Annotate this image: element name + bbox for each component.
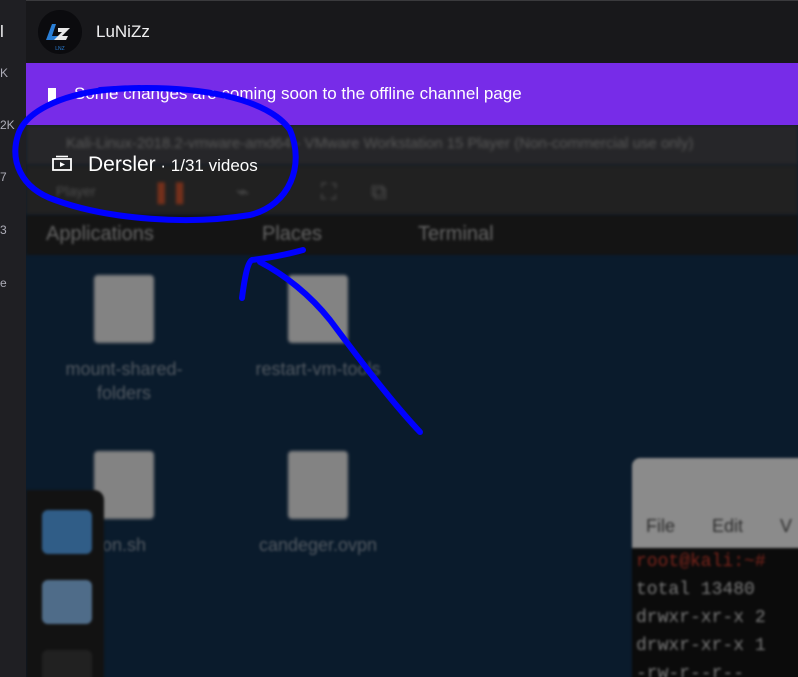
channel-logo-icon: LNZ xyxy=(38,10,82,54)
desktop-icon-label: mount-shared-folders xyxy=(65,359,183,404)
sidebar-item[interactable]: 7 xyxy=(0,170,26,184)
send-keys-icon: ⌁ xyxy=(236,179,250,204)
terminal-window: File Edit V root@kali:~# total 13480 drw… xyxy=(632,458,798,677)
playlist-title: Dersler · 1/31 videos xyxy=(88,153,258,177)
terminal-icon xyxy=(42,650,92,677)
terminal-line: root@kali:~# xyxy=(636,552,766,572)
file-icon xyxy=(288,275,348,343)
sidebar-item[interactable]: 3 xyxy=(0,223,26,237)
vm-window-title: Kali-Linux-2018.2-vmware-amd64 - VMware … xyxy=(66,135,694,152)
playlist-name: Dersler xyxy=(88,153,156,176)
channel-header: LNZ LuNiZz xyxy=(26,0,798,63)
places-menu: Places xyxy=(262,223,323,245)
terminal-menu: Terminal xyxy=(418,223,494,245)
logo-text: LNZ xyxy=(55,46,64,52)
info-icon xyxy=(48,88,56,102)
notice-banner: Some changes are coming soon to the offl… xyxy=(26,63,798,125)
applications-menu: Applications xyxy=(46,223,154,245)
browser-icon xyxy=(42,510,92,554)
terminal-menu-file: File xyxy=(646,516,676,536)
desktop-icon-label: candeger.ovpn xyxy=(258,535,378,555)
terminal-menu-edit: Edit xyxy=(712,516,744,536)
terminal-menubar: File Edit V xyxy=(632,458,798,548)
channel-name[interactable]: LuNiZz xyxy=(96,22,150,42)
terminal-line: total 13480 xyxy=(636,580,755,600)
unity-icon: ⧉ xyxy=(371,179,387,204)
desktop-icon-label: restart-vm-tools xyxy=(255,359,381,379)
channel-avatar[interactable]: LNZ xyxy=(38,10,82,54)
playlist-icon xyxy=(52,155,72,171)
file-icon xyxy=(288,451,348,519)
banner-text: Some changes are coming soon to the offl… xyxy=(74,84,522,103)
video-player[interactable]: Kali-Linux-2018.2-vmware-amd64 - VMware … xyxy=(26,125,798,677)
sidebar-item[interactable]: K xyxy=(0,66,26,80)
pause-icon: ❚❚ xyxy=(152,179,189,204)
terminal-line: -rw-r--r-- xyxy=(636,664,745,677)
gnome-top-bar: Applications Places Terminal xyxy=(26,215,798,255)
file-icon xyxy=(94,275,154,343)
sidebar-item[interactable]: 2K xyxy=(0,118,26,132)
terminal-line: drwxr-xr-x 1 xyxy=(636,636,766,656)
playlist-count: · 1/31 videos xyxy=(155,156,258,175)
terminal-line: drwxr-xr-x 2 xyxy=(636,608,766,628)
sidebar-item[interactable]: e xyxy=(0,276,26,290)
fullscreen-icon: ⛶ xyxy=(321,179,337,204)
player-menu: Player xyxy=(56,183,96,199)
terminal-menu-view: V xyxy=(780,516,793,536)
sidebar-item[interactable]: l xyxy=(0,22,26,42)
followed-channels-sidebar: l K 2K 7 3 e xyxy=(0,0,26,677)
gnome-dock xyxy=(26,490,104,677)
folder-icon xyxy=(42,580,92,624)
